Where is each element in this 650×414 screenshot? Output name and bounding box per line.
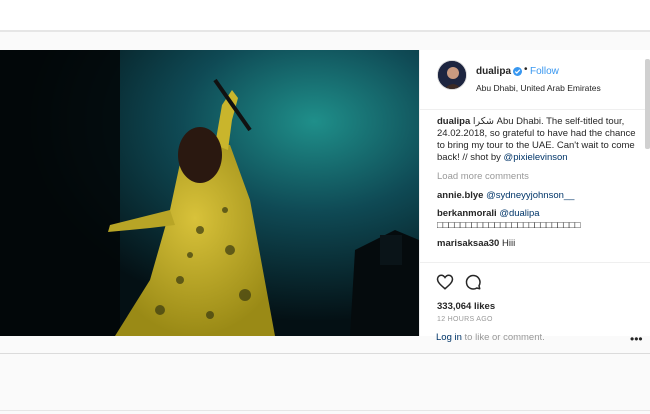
login-prompt: Log in to like or comment.	[436, 332, 545, 343]
bottom-divider	[0, 410, 650, 411]
follow-button[interactable]: Follow	[530, 66, 559, 77]
post-header: dualipa • Follow Abu Dhabi, United Arab …	[420, 50, 650, 110]
comment-username[interactable]: marisaksaa30	[437, 238, 499, 249]
post-caption: dualipa شكرا Abu Dhabi. The self-titled …	[437, 116, 637, 164]
post-photo[interactable]	[0, 50, 419, 336]
comment-item: annie.blye @sydneyyjohnson__	[437, 190, 637, 202]
comment-username[interactable]: berkanmorali	[437, 208, 497, 219]
comment-username[interactable]: annie.blye	[437, 190, 483, 201]
comment-item: marisaksaa30 Hiii	[437, 238, 637, 250]
comments-list[interactable]: dualipa شكرا Abu Dhabi. The self-titled …	[437, 116, 637, 261]
post-actions: 333,064 likes 12 HOURS AGO	[420, 262, 650, 323]
instagram-post-page: dualipa • Follow Abu Dhabi, United Arab …	[0, 0, 650, 414]
comment-mention[interactable]: @sydneyyjohnson__	[486, 190, 574, 201]
post-container: dualipa • Follow Abu Dhabi, United Arab …	[0, 31, 650, 354]
comment-icon[interactable]	[464, 273, 482, 291]
heart-icon[interactable]	[436, 273, 454, 291]
likes-count[interactable]: 333,064 likes	[437, 301, 495, 312]
comment-text: Hiii	[499, 238, 516, 249]
comment-mention[interactable]: @dualipa	[499, 208, 539, 219]
more-options-icon[interactable]: •••	[630, 333, 643, 345]
comments-scrollbar[interactable]	[645, 59, 650, 149]
post-timestamp: 12 HOURS AGO	[437, 316, 493, 323]
login-link[interactable]: Log in	[436, 332, 462, 343]
load-more-comments-button[interactable]: Load more comments	[437, 171, 637, 183]
post-username[interactable]: dualipa	[476, 66, 511, 77]
post-location[interactable]: Abu Dhabi, United Arab Emirates	[476, 83, 601, 93]
login-prompt-text: to like or comment.	[461, 332, 545, 343]
caption-username[interactable]: dualipa	[437, 116, 470, 127]
verified-badge-icon	[513, 67, 522, 76]
comment-text: □□□□□□□□□□□□□□□□□□□□□□□□□	[437, 220, 581, 231]
separator-dot: •	[524, 64, 528, 75]
comment-item: berkanmorali @dualipa □□□□□□□□□□□□□□□□□□…	[437, 208, 637, 232]
top-bar	[0, 0, 650, 31]
post-side-panel: dualipa • Follow Abu Dhabi, United Arab …	[419, 50, 650, 336]
caption-mention[interactable]: @pixielevinson	[504, 152, 568, 163]
avatar[interactable]	[437, 60, 467, 90]
